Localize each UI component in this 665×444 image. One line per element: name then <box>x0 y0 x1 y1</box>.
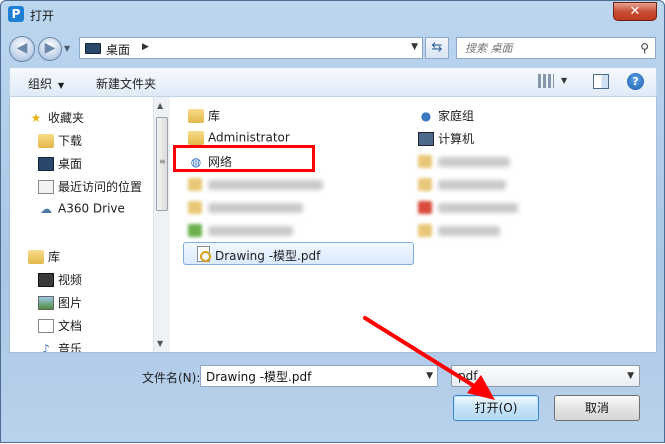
cancel-button[interactable]: 取消 <box>554 395 640 421</box>
nav-item-label: 下载 <box>58 134 83 148</box>
grip-icon: ≡ <box>159 157 166 166</box>
video-icon <box>38 272 54 287</box>
file-list: 库 Administrator ◍ 网络 Drawing -模型.pdf ● 家庭组… <box>171 97 657 352</box>
organize-label: 组织 <box>28 77 53 91</box>
nav-item-label: 视频 <box>58 273 83 287</box>
nav-item-label: 文档 <box>58 319 83 333</box>
search-input[interactable] <box>463 40 633 56</box>
preview-pane-icon[interactable] <box>593 74 609 89</box>
homegroup-icon: ● <box>420 108 432 123</box>
cloud-drive-icon: ☁ <box>40 201 52 216</box>
desktop-icon <box>38 156 54 171</box>
search-icon[interactable]: ⚲ <box>640 41 649 55</box>
selected-file-drawing-pdf[interactable]: Drawing -模型.pdf <box>183 242 414 265</box>
nav-item-desktop[interactable]: 桌面 <box>38 155 82 175</box>
scroll-up-icon[interactable]: ▲ <box>157 101 163 110</box>
address-path[interactable]: 桌面 <box>106 41 130 58</box>
window-title: 打开 <box>30 9 55 23</box>
refresh-button[interactable]: ⇆ <box>425 37 449 59</box>
nav-item-libraries[interactable]: 库 <box>28 248 60 268</box>
scrollbar-thumb[interactable]: ≡ <box>156 117 168 211</box>
caret-down-icon: ▼ <box>58 81 65 90</box>
nav-item-documents[interactable]: 文档 <box>38 317 82 337</box>
file-item-computer[interactable]: 计算机 <box>418 130 474 150</box>
file-item-label: Administrator <box>208 130 290 145</box>
file-item-label: 家庭组 <box>438 109 475 123</box>
download-folder-icon <box>38 133 54 148</box>
library-folder-icon <box>188 108 204 123</box>
pdf-file-icon <box>197 246 211 262</box>
filename-dropdown-icon[interactable]: ▼ <box>426 371 433 381</box>
nav-item-recent-places[interactable]: 最近访问的位置 <box>38 178 142 198</box>
app-icon: P <box>8 6 24 22</box>
nav-item-label: A360 Drive <box>58 201 125 216</box>
library-icon <box>28 249 44 264</box>
documents-icon <box>38 318 54 333</box>
title-bar[interactable]: P 打开 ✕ <box>1 1 664 29</box>
address-bar[interactable]: 桌面 ▶ ▼ <box>79 37 423 59</box>
music-icon: ♪ <box>42 341 50 353</box>
open-button[interactable]: 打开(O) <box>453 395 539 421</box>
computer-icon <box>418 131 434 146</box>
file-item-label: 库 <box>208 109 221 123</box>
recent-places-icon <box>38 179 54 194</box>
nav-item-label: 图片 <box>58 296 83 310</box>
nav-item-videos[interactable]: 视频 <box>38 271 82 291</box>
open-file-dialog: P 打开 ✕ ◀ ▶ ▼ 桌面 ▶ ▼ ⇆ ⚲ 组织 ▼ 新建文件夹 ▼ ? ★ 收… <box>0 0 665 443</box>
nav-item-favorites[interactable]: ★ 收藏夹 <box>28 109 84 129</box>
file-item-homegroup[interactable]: ● 家庭组 <box>418 107 474 127</box>
history-dropdown-icon[interactable]: ▼ <box>64 44 74 54</box>
navigation-pane: ★ 收藏夹 下载 桌面 最近访问的位置 ☁ A360 Drive 库 视频 图片 <box>10 97 153 352</box>
nav-pane-scrollbar[interactable]: ▲ ≡ ▼ <box>153 97 170 352</box>
view-options-icon[interactable] <box>538 74 554 88</box>
back-button[interactable]: ◀ <box>9 36 35 62</box>
filetype-dropdown-icon[interactable]: ▼ <box>627 371 634 381</box>
nav-item-label: 收藏夹 <box>48 111 85 125</box>
filetype-value: pdf <box>458 369 478 383</box>
chevron-right-icon[interactable]: ▶ <box>142 42 149 52</box>
filetype-select[interactable]: pdf ▼ <box>451 365 640 387</box>
help-icon[interactable]: ? <box>627 73 644 90</box>
main-pane: ★ 收藏夹 下载 桌面 最近访问的位置 ☁ A360 Drive 库 视频 图片 <box>9 97 657 353</box>
star-icon: ★ <box>30 110 42 125</box>
file-item-library[interactable]: 库 <box>188 107 220 127</box>
view-dropdown-icon[interactable]: ▼ <box>561 76 567 85</box>
filename-input[interactable] <box>204 368 414 384</box>
search-box[interactable]: ⚲ <box>456 37 656 59</box>
desktop-icon <box>85 43 101 54</box>
toolbar: 组织 ▼ 新建文件夹 ▼ ? <box>9 67 657 97</box>
nav-item-label: 桌面 <box>58 157 83 171</box>
annotation-highlight-box <box>173 145 315 172</box>
address-dropdown-icon[interactable]: ▼ <box>411 42 418 52</box>
nav-item-music[interactable]: ♪ 音乐 <box>38 340 83 353</box>
forward-button[interactable]: ▶ <box>38 37 62 61</box>
user-folder-icon <box>188 130 204 145</box>
filename-label: 文件名(N): <box>142 371 201 385</box>
nav-item-downloads[interactable]: 下载 <box>38 132 82 152</box>
organize-button[interactable]: 组织 ▼ <box>28 75 64 92</box>
nav-item-a360-drive[interactable]: ☁ A360 Drive <box>38 201 125 221</box>
pictures-icon <box>38 295 54 310</box>
new-folder-button[interactable]: 新建文件夹 <box>96 75 156 92</box>
filename-combobox[interactable]: ▼ <box>200 365 438 387</box>
scroll-down-icon[interactable]: ▼ <box>157 339 163 348</box>
file-item-label: 计算机 <box>438 132 475 146</box>
nav-item-pictures[interactable]: 图片 <box>38 294 82 314</box>
nav-item-label: 库 <box>48 250 61 264</box>
nav-item-label: 音乐 <box>58 342 83 352</box>
close-button[interactable]: ✕ <box>613 2 657 21</box>
file-item-label: Drawing -模型.pdf <box>215 249 321 263</box>
nav-item-label: 最近访问的位置 <box>58 180 143 194</box>
